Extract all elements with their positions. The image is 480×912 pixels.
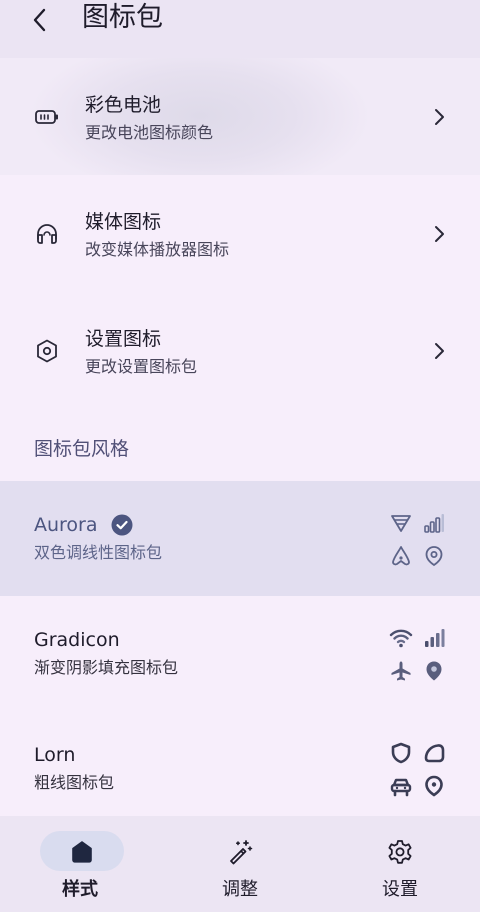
settings-item-media-icons[interactable]: 媒体图标 改变媒体播放器图标: [0, 175, 480, 292]
check-circle-icon: [111, 514, 133, 536]
signal-icon: [425, 629, 445, 647]
chevron-right-icon: [435, 226, 444, 242]
settings-item-title: 媒体图标: [85, 211, 162, 233]
battery-icon: [34, 104, 60, 130]
nav-label: 调整: [222, 879, 258, 900]
settings-item-subtitle: 更改设置图标包: [85, 357, 198, 376]
icon-pack-gradicon[interactable]: Gradicon 渐变阴影填充图标包: [0, 596, 480, 711]
pack-subtitle: 双色调线性图标包: [34, 543, 163, 562]
pack-name: Gradicon: [34, 629, 120, 651]
settings-item-subtitle: 更改电池图标颜色: [85, 123, 214, 142]
location-pin-icon: [426, 661, 442, 681]
icon-pack-lorn[interactable]: Lorn 粗线图标包: [0, 711, 480, 826]
content-list: 彩色电池 更改电池图标颜色 媒体图标 改变媒体播放器图标 设置图标 更改设置图标…: [0, 58, 480, 826]
shield-icon: [391, 742, 411, 764]
airplane-icon: [392, 546, 410, 566]
pack-name: Aurora: [34, 514, 98, 536]
chevron-right-icon: [435, 343, 444, 359]
nav-label: 设置: [382, 879, 418, 900]
wifi-icon: [389, 629, 413, 648]
settings-item-settings-icons[interactable]: 设置图标 更改设置图标包: [0, 292, 480, 409]
location-pin-icon: [425, 775, 443, 797]
pack-subtitle: 粗线图标包: [34, 773, 115, 792]
top-app-bar: 图标包: [0, 0, 480, 58]
icon-pack-aurora[interactable]: Aurora 双色调线性图标包: [0, 481, 480, 596]
settings-item-title: 彩色电池: [85, 94, 162, 116]
hexagon-settings-icon: [34, 338, 60, 364]
airplane-icon: [391, 661, 411, 681]
wifi-icon: [391, 515, 411, 532]
section-title: 图标包风格: [34, 438, 130, 460]
location-pin-icon: [425, 546, 443, 567]
robot-icon: [390, 778, 412, 797]
bottom-navigation: 样式 调整 设置: [0, 816, 480, 912]
settings-item-title: 设置图标: [85, 328, 162, 350]
settings-item-colored-battery[interactable]: 彩色电池 更改电池图标颜色: [0, 58, 480, 175]
pack-subtitle: 渐变阴影填充图标包: [34, 658, 179, 677]
settings-item-subtitle: 改变媒体播放器图标: [85, 240, 230, 259]
nav-item-adjust[interactable]: 调整: [160, 816, 320, 912]
back-button[interactable]: [22, 2, 58, 38]
home-icon: [72, 841, 92, 863]
magic-wand-icon: [230, 840, 253, 865]
back-arrow-icon: [33, 8, 46, 32]
signal-icon: [424, 514, 444, 533]
page-title: 图标包: [82, 2, 163, 33]
headphones-icon: [34, 221, 60, 247]
gear-icon: [388, 840, 412, 864]
nav-item-style[interactable]: 样式: [0, 816, 160, 912]
nav-item-settings[interactable]: 设置: [320, 816, 480, 912]
pack-name: Lorn: [34, 744, 76, 766]
nav-label: 样式: [62, 879, 98, 900]
section-header: 图标包风格: [0, 409, 480, 481]
chevron-right-icon: [435, 109, 444, 125]
blob-shape-icon: [424, 744, 445, 763]
